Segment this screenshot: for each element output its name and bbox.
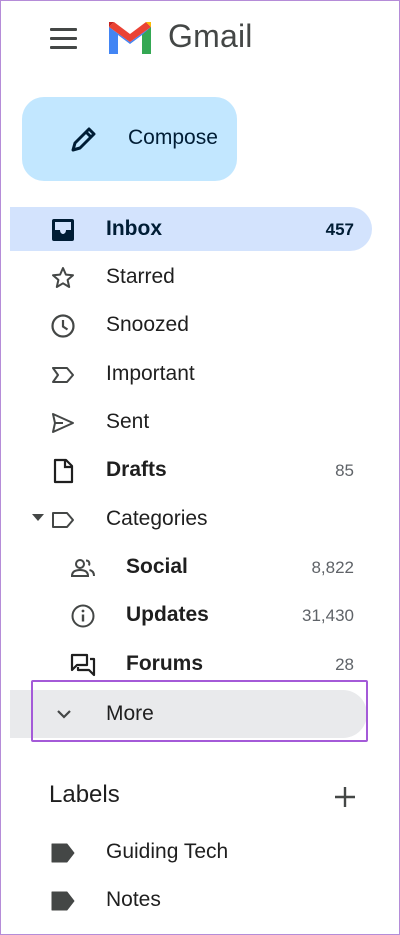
sidebar-item-label: Starred [106, 265, 175, 288]
sidebar-item-label: Inbox [106, 217, 162, 240]
inbox-icon [52, 219, 74, 241]
sidebar-item-label: Sent [106, 410, 150, 433]
category-count: 8,822 [311, 558, 354, 577]
label-icon [51, 891, 75, 911]
sidebar-item-drafts[interactable]: Drafts 85 [10, 448, 372, 492]
label-item-name: Guiding Tech [106, 840, 229, 863]
chevron-down-icon [57, 710, 71, 719]
app-title: Gmail [168, 18, 253, 54]
sidebar-item-categories[interactable]: Categories [10, 497, 372, 541]
sidebar-item-updates[interactable]: Updates 31,430 [10, 593, 372, 637]
category-count: 31,430 [302, 606, 354, 625]
app-header: Gmail [0, 0, 400, 80]
category-count: 28 [335, 655, 354, 674]
label-item-guiding-tech[interactable]: Guiding Tech [10, 830, 372, 874]
important-icon [52, 367, 74, 383]
compose-label: Compose [128, 126, 218, 149]
sidebar-item-label: More [106, 702, 154, 725]
clock-icon [51, 314, 75, 338]
sidebar-item-important[interactable]: Important [10, 352, 372, 396]
sidebar-item-inbox[interactable]: Inbox 457 [10, 207, 372, 251]
hamburger-icon [50, 28, 77, 31]
sidebar-item-snoozed[interactable]: Snoozed [10, 303, 372, 347]
main-menu-button[interactable] [44, 20, 84, 56]
sidebar-item-label: Updates [126, 603, 209, 626]
info-icon [71, 604, 95, 628]
label-icon [51, 843, 75, 863]
label-item-name: Notes [106, 888, 161, 911]
sidebar-item-starred[interactable]: Starred [10, 255, 372, 299]
pencil-icon [71, 127, 96, 152]
labels-heading: Labels [49, 781, 120, 808]
send-icon [52, 413, 74, 433]
forum-icon [70, 653, 96, 677]
sidebar-item-forums[interactable]: Forums 28 [10, 642, 372, 686]
sidebar-item-label: Important [106, 362, 195, 385]
unread-count: 457 [325, 220, 354, 239]
draft-count: 85 [335, 461, 354, 480]
sidebar-item-label: Categories [106, 507, 208, 530]
sidebar-item-sent[interactable]: Sent [10, 400, 372, 444]
caret-down-icon[interactable] [32, 514, 44, 521]
sidebar-item-social[interactable]: Social 8,822 [10, 545, 372, 589]
draft-icon [53, 458, 74, 484]
sidebar-item-label: Social [126, 555, 188, 578]
sidebar-item-label: Drafts [106, 458, 167, 481]
compose-button[interactable]: Compose [22, 97, 237, 181]
label-outline-icon [52, 512, 74, 528]
gmail-logo-icon[interactable] [106, 18, 154, 56]
label-item-notes[interactable]: Notes [10, 878, 372, 922]
create-label-plus-icon[interactable] [330, 782, 360, 812]
sidebar-item-label: Snoozed [106, 313, 189, 336]
sidebar-item-more[interactable]: More [10, 690, 367, 738]
sidebar-item-label: Forums [126, 652, 204, 675]
star-icon [52, 267, 74, 288]
people-icon [70, 559, 95, 577]
